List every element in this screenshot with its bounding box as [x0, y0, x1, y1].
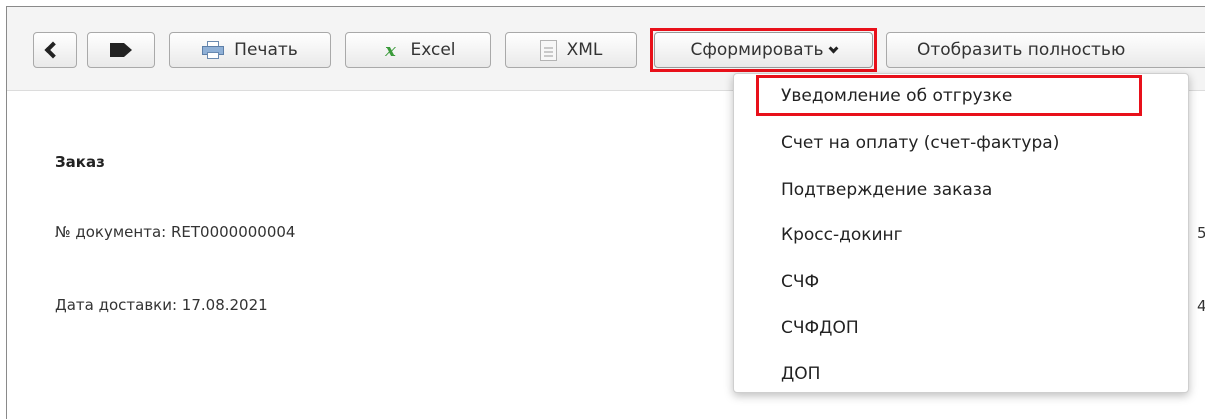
xml-button[interactable]: XML [505, 32, 637, 68]
menu-item-invoice[interactable]: Счет на оплату (счет-фактура) [781, 133, 1059, 153]
print-label: Печать [234, 40, 298, 60]
back-button[interactable] [33, 32, 77, 68]
menu-item-cross-docking[interactable]: Кросс-докинг [781, 225, 903, 245]
menu-item-dop[interactable]: ДОП [781, 364, 820, 384]
generate-label: Сформировать [690, 40, 824, 60]
print-button[interactable]: Печать [169, 32, 331, 68]
printer-icon [202, 41, 225, 59]
excel-icon: x [385, 39, 396, 61]
xml-label: XML [566, 40, 603, 60]
generate-dropdown-button[interactable]: Сформировать [654, 32, 873, 68]
menu-item-schfdop[interactable]: СЧФДОП [781, 318, 859, 338]
tag-icon [110, 43, 132, 57]
menu-item-order-confirmation[interactable]: Подтверждение заказа [781, 180, 992, 200]
chevron-left-icon [44, 41, 62, 59]
excel-label: Excel [410, 40, 456, 60]
show-full-label: Отобразить полностью [917, 40, 1126, 60]
menu-item-schf[interactable]: СЧФ [781, 272, 819, 292]
xml-file-icon [539, 39, 557, 61]
document-title: Заказ [55, 153, 105, 171]
clipped-value: 5 [1197, 224, 1205, 242]
menu-item-shipment-notice[interactable]: Уведомление об отгрузке [781, 86, 1012, 106]
clipped-value: 4( [1197, 297, 1205, 315]
generate-dropdown-menu: Уведомление об отгрузке Счет на оплату (… [733, 73, 1189, 393]
chevron-down-icon [828, 43, 838, 53]
excel-button[interactable]: x Excel [345, 32, 491, 68]
show-full-button[interactable]: Отобразить полностью [886, 32, 1205, 68]
document-number: № документа: RET0000000004 [55, 223, 296, 241]
delivery-date: Дата доставки: 17.08.2021 [55, 296, 268, 314]
tag-button[interactable] [87, 32, 155, 68]
